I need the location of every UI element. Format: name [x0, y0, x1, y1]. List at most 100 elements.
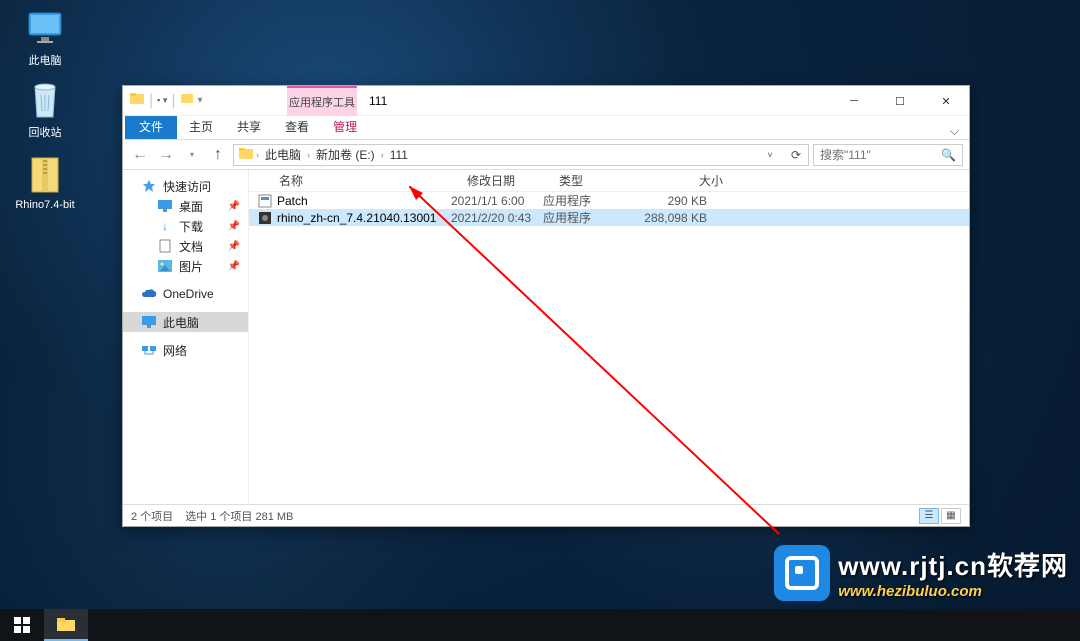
monitor-icon	[25, 8, 65, 48]
maximize-button[interactable]: ☐	[877, 86, 923, 116]
file-row-rhino[interactable]: rhino_zh-cn_7.4.21040.13001 2021/2/20 0:…	[249, 209, 969, 226]
taskbar-explorer-button[interactable]	[44, 609, 88, 641]
window-title: 111	[369, 94, 387, 108]
nav-back-button[interactable]: ←	[129, 144, 151, 166]
nav-label: 桌面	[179, 198, 203, 215]
column-headers: 名称 修改日期 类型 大小	[249, 170, 969, 192]
column-header-name[interactable]: 名称	[273, 172, 461, 189]
address-bar[interactable]: › 此电脑 › 新加卷 (E:) › 111 ˅ ⟳	[233, 144, 809, 166]
download-icon: ↓	[157, 218, 173, 234]
folder-icon	[56, 616, 76, 632]
file-row-patch[interactable]: Patch 2021/1/1 6:00 应用程序 290 KB	[249, 192, 969, 209]
file-name: Patch	[277, 194, 445, 208]
tab-manage[interactable]: 管理	[321, 114, 369, 139]
separator-icon: |	[171, 92, 175, 110]
desktop-icon-recycle-bin[interactable]: 回收站	[10, 80, 80, 140]
minimize-button[interactable]: ─	[831, 86, 877, 116]
folder-small-icon	[180, 91, 194, 110]
folder-icon	[129, 90, 145, 111]
folder-icon	[238, 146, 254, 163]
search-box[interactable]: 🔍	[813, 144, 963, 166]
windows-icon	[14, 617, 30, 633]
file-size: 288,098 KB	[625, 211, 713, 225]
pin-icon: 📌	[228, 201, 240, 212]
desktop-icon-zip[interactable]: Rhino7.4-bit	[10, 155, 80, 211]
file-name: rhino_zh-cn_7.4.21040.13001	[277, 211, 445, 225]
tab-home[interactable]: 主页	[177, 114, 225, 139]
column-header-type[interactable]: 类型	[553, 172, 641, 189]
pin-icon: 📌	[228, 221, 240, 232]
picture-icon	[157, 258, 173, 274]
view-details-button[interactable]: ☰	[919, 508, 939, 524]
nav-onedrive[interactable]: OneDrive	[123, 284, 248, 304]
ribbon-expand-button[interactable]: ⌵	[940, 124, 969, 139]
column-header-date[interactable]: 修改日期	[461, 172, 553, 189]
search-icon: 🔍	[941, 148, 956, 162]
status-bar: 2 个项目 选中 1 个项目 281 MB ☰ ▦	[123, 504, 969, 526]
search-input[interactable]	[820, 148, 956, 162]
nav-label: 图片	[179, 258, 203, 275]
navigation-pane: 快速访问 桌面 📌 ↓ 下载 📌 文档 📌 图片 📌	[123, 170, 249, 504]
close-button[interactable]: ✕	[923, 86, 969, 116]
watermark-logo-icon	[774, 545, 830, 601]
column-header-size[interactable]: 大小	[641, 172, 729, 189]
desktop-icon-this-pc[interactable]: 此电脑	[10, 8, 80, 68]
dropdown-icon[interactable]: ▪ ▾	[157, 95, 167, 106]
ribbon-tabs: 文件 主页 共享 查看 管理 ⌵	[123, 116, 969, 140]
file-list-area: 名称 修改日期 类型 大小 Patch 2021/1/1 6:00 应用程序 2…	[249, 170, 969, 504]
nav-pictures[interactable]: 图片 📌	[123, 256, 248, 276]
tab-share[interactable]: 共享	[225, 114, 273, 139]
file-type: 应用程序	[537, 209, 625, 226]
nav-label: 快速访问	[163, 178, 211, 195]
desktop-icon-label: 回收站	[10, 124, 80, 140]
start-button[interactable]	[0, 609, 44, 641]
nav-downloads[interactable]: ↓ 下载 📌	[123, 216, 248, 236]
nav-recent-button[interactable]: ▾	[181, 144, 203, 166]
nav-documents[interactable]: 文档 📌	[123, 236, 248, 256]
pin-icon: 📌	[228, 241, 240, 252]
status-item-count: 2 个项目	[131, 508, 173, 524]
watermark: www.rjtj.cn软荐网 www.hezibuluo.com	[774, 545, 1068, 601]
separator-icon: |	[149, 92, 153, 110]
nav-desktop[interactable]: 桌面 📌	[123, 196, 248, 216]
watermark-line2: www.hezibuluo.com	[838, 583, 1068, 600]
chevron-right-icon[interactable]: ›	[307, 150, 310, 160]
recycle-bin-icon	[25, 80, 65, 120]
titlebar[interactable]: | ▪ ▾ | ▾ 应用程序工具 111 ─ ☐ ✕	[123, 86, 969, 116]
breadcrumb-drive[interactable]: 新加卷 (E:)	[312, 146, 379, 163]
nav-this-pc[interactable]: 此电脑	[123, 312, 248, 332]
nav-label: 下载	[179, 218, 203, 235]
breadcrumb-folder[interactable]: 111	[386, 148, 412, 162]
ribbon-context-tab: 应用程序工具	[287, 86, 357, 116]
desktop-icon-label: 此电脑	[10, 52, 80, 68]
tab-view[interactable]: 查看	[273, 114, 321, 139]
view-icons-button[interactable]: ▦	[941, 508, 961, 524]
file-list[interactable]: Patch 2021/1/1 6:00 应用程序 290 KB rhino_zh…	[249, 192, 969, 504]
dropdown-icon[interactable]: ˅	[758, 150, 782, 160]
address-bar-row: ← → ▾ ↑ › 此电脑 › 新加卷 (E:) › 111 ˅ ⟳ 🔍	[123, 140, 969, 170]
document-icon	[157, 238, 173, 254]
taskbar[interactable]	[0, 609, 1080, 641]
chevron-right-icon[interactable]: ›	[256, 150, 259, 160]
pin-icon: 📌	[228, 261, 240, 272]
chevron-right-icon[interactable]: ›	[381, 150, 384, 160]
nav-network[interactable]: 网络	[123, 340, 248, 360]
network-icon	[141, 342, 157, 358]
breadcrumb-this-pc[interactable]: 此电脑	[261, 146, 305, 163]
desktop-icon-label: Rhino7.4-bit	[10, 199, 80, 211]
tab-file[interactable]: 文件	[125, 114, 177, 139]
nav-label: 网络	[163, 342, 187, 359]
nav-label: 文档	[179, 238, 203, 255]
nav-up-button[interactable]: ↑	[207, 144, 229, 166]
nav-label: 此电脑	[163, 314, 199, 331]
file-type: 应用程序	[537, 192, 625, 209]
star-icon	[141, 178, 157, 194]
file-date: 2021/2/20 0:43	[445, 211, 537, 225]
refresh-icon[interactable]: ⟳	[784, 148, 808, 162]
zip-file-icon	[25, 155, 65, 195]
watermark-line1: www.rjtj.cn软荐网	[838, 546, 1068, 583]
monitor-icon	[141, 314, 157, 330]
nav-quick-access[interactable]: 快速访问	[123, 176, 248, 196]
status-selection: 选中 1 个项目 281 MB	[185, 508, 293, 524]
exe-icon	[257, 193, 273, 209]
